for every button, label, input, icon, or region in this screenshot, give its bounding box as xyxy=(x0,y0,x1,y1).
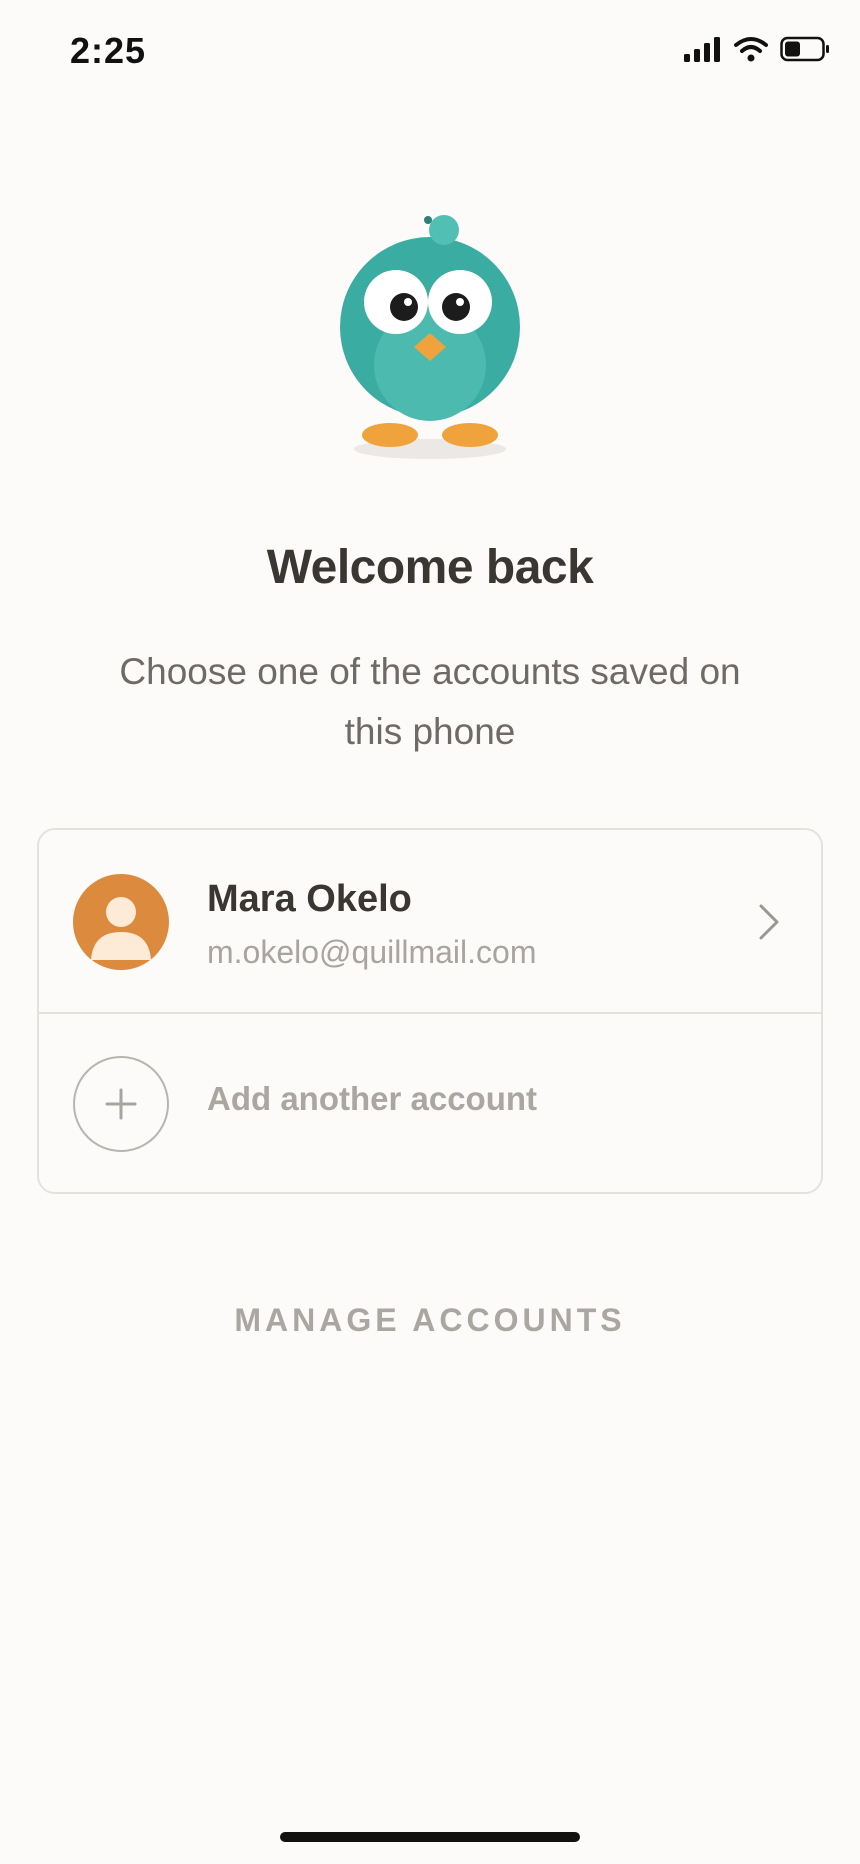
page-subtitle: Choose one of the accounts saved on this… xyxy=(119,651,741,752)
page-title: Welcome back xyxy=(266,541,594,594)
add-account-button[interactable]: Add another account xyxy=(39,1014,821,1192)
battery-icon xyxy=(780,36,829,62)
add-account-label: Add another account xyxy=(207,1080,538,1117)
accounts-list: Mara Okelo m.okelo@quillmail.com Add ano… xyxy=(37,828,823,1194)
owl-mascot-illustration xyxy=(340,215,520,459)
manage-accounts-button[interactable]: MANAGE ACCOUNTS xyxy=(0,1302,860,1339)
status-bar: 2:25 xyxy=(0,0,860,100)
add-account-circle xyxy=(73,1056,169,1152)
wifi-icon xyxy=(734,37,768,62)
account-email: m.okelo@quillmail.com xyxy=(207,934,537,970)
account-row[interactable]: Mara Okelo m.okelo@quillmail.com xyxy=(39,830,821,1014)
signal-icon xyxy=(684,37,720,62)
user-avatar-icon xyxy=(91,897,151,960)
home-indicator xyxy=(280,1832,580,1842)
avatar xyxy=(73,874,169,970)
account-name: Mara Okelo xyxy=(207,878,412,920)
chevron-right-icon xyxy=(759,904,779,940)
status-icons xyxy=(684,36,830,62)
status-time: 2:25 xyxy=(70,30,147,71)
plus-icon xyxy=(105,1088,137,1120)
